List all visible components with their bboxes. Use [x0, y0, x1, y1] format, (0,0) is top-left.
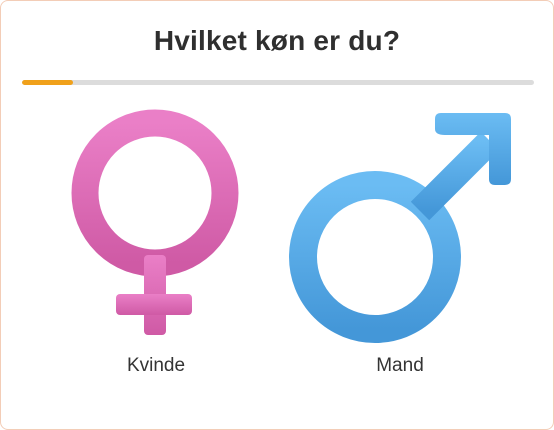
quiz-card: Hvilket køn er du? Kvinde Mand: [0, 0, 554, 430]
option-female-label: Kvinde: [126, 355, 186, 376]
male-symbol-icon: [289, 113, 511, 343]
question-title: Hvilket køn er du?: [153, 25, 401, 56]
progress-bar: [22, 80, 534, 85]
option-male-button[interactable]: Mand: [285, 105, 515, 385]
option-female-button[interactable]: Kvinde: [41, 105, 271, 385]
option-male-label: Mand: [376, 355, 424, 376]
female-symbol-icon: [71, 109, 239, 335]
progress-bar-fill: [22, 80, 74, 85]
